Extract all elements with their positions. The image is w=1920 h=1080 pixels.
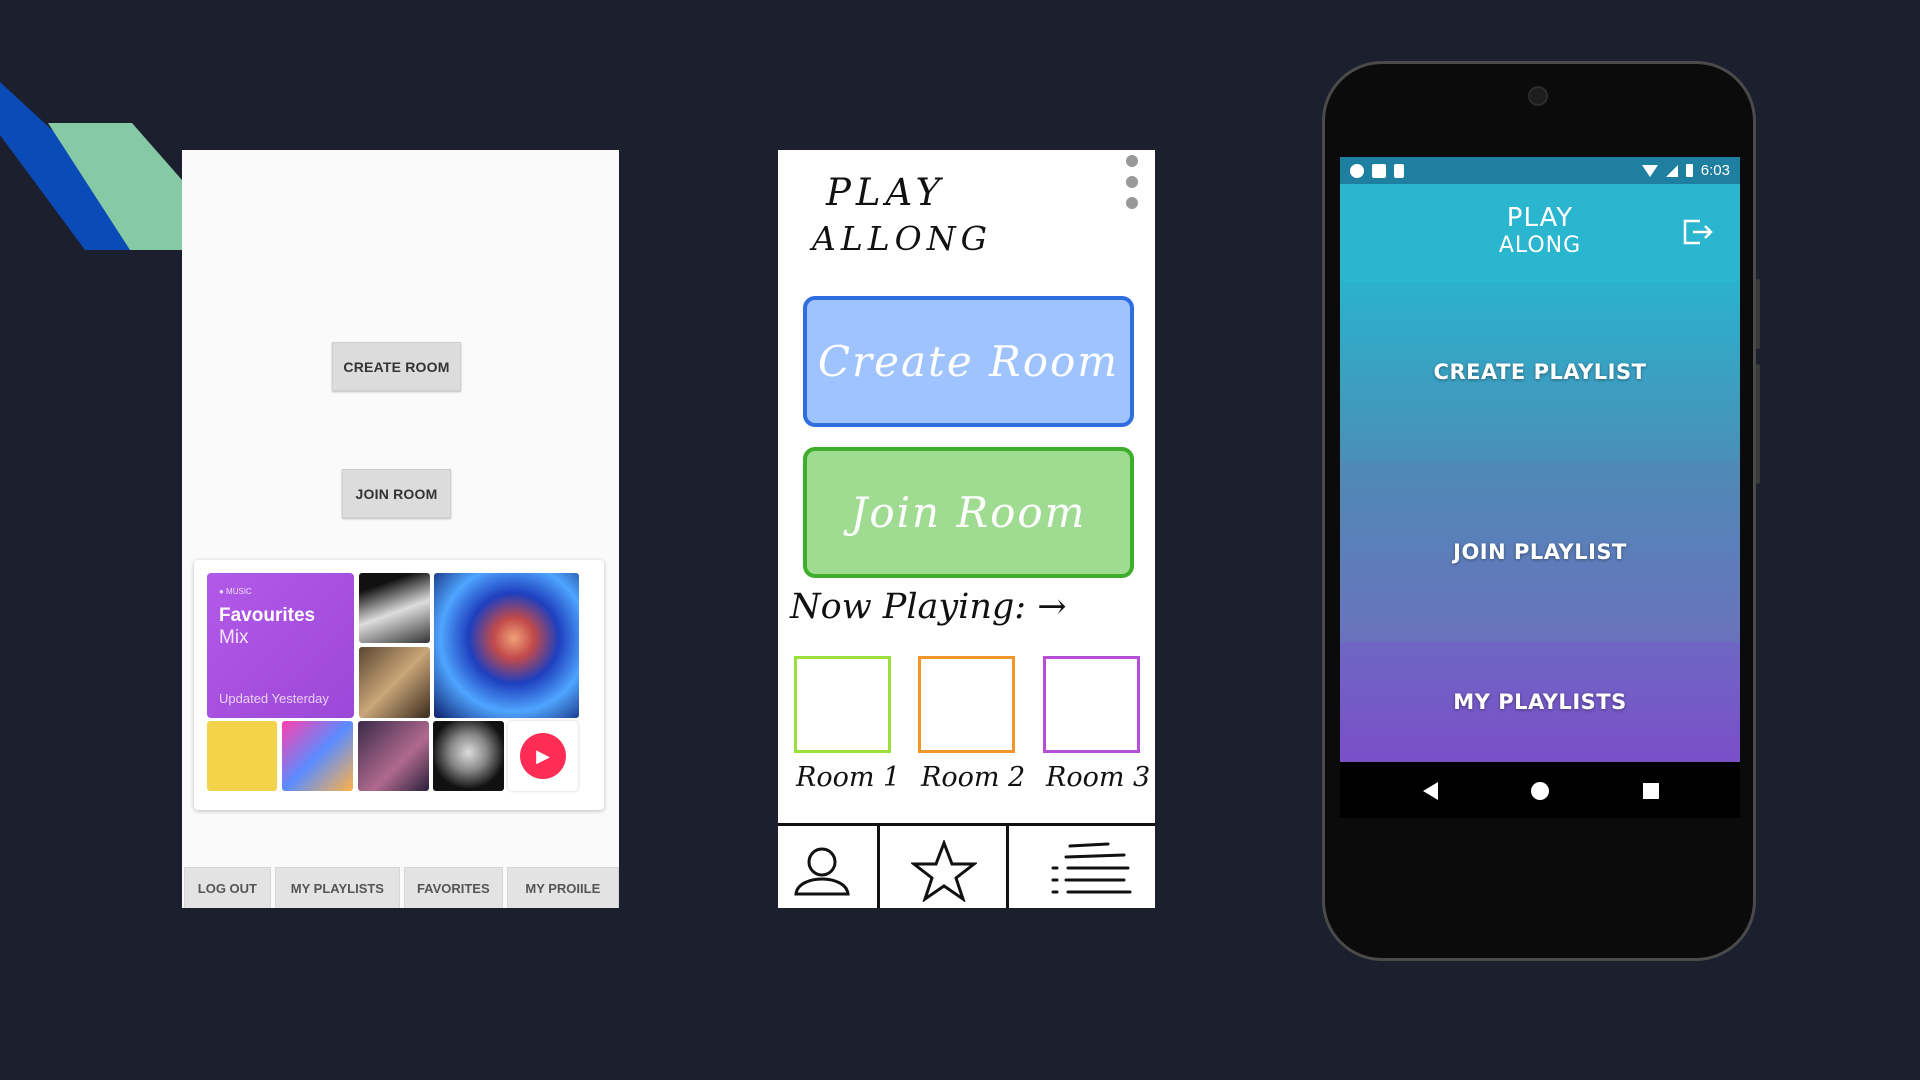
- album-art[interactable]: [359, 573, 430, 643]
- app-logo: PLAY ALONG: [1490, 204, 1590, 260]
- gmail-icon: [1372, 163, 1386, 178]
- profile-icon[interactable]: [790, 840, 854, 898]
- my-profile-button[interactable]: MY PROIILE: [506, 867, 619, 908]
- create-playlist-label: CREATE PLAYLIST: [1433, 360, 1647, 384]
- album-art[interactable]: [358, 721, 429, 791]
- app-logo-line2: ALONG: [1498, 233, 1582, 258]
- favourites-mix-tile[interactable]: ● MUSIC Favourites Mix Updated Yesterday: [207, 573, 354, 718]
- app-logo-line1: PLAY: [1506, 203, 1574, 233]
- mix-title: Favourites: [219, 605, 316, 626]
- room-2-box[interactable]: [918, 656, 1015, 753]
- room-1-box[interactable]: [794, 656, 891, 753]
- spotify-icon: [1350, 163, 1364, 178]
- music-widget[interactable]: ● MUSIC Favourites Mix Updated Yesterday…: [194, 560, 604, 810]
- recents-icon[interactable]: [1643, 783, 1659, 799]
- app-bar: PLAY ALONG: [1340, 184, 1740, 282]
- album-art[interactable]: [359, 647, 430, 718]
- sketch-logo-line1: PLAY: [826, 171, 946, 214]
- sketch-create-room-button[interactable]: Create Room: [803, 296, 1134, 427]
- play-tile[interactable]: ▶: [508, 721, 578, 791]
- mix-updated: Updated Yesterday: [219, 691, 329, 706]
- room-3-label: Room 3: [1046, 762, 1151, 793]
- wifi-icon: [1641, 164, 1658, 177]
- favorites-button[interactable]: FAVORITES: [404, 867, 503, 908]
- music-brand: ● MUSIC: [219, 587, 252, 596]
- lofi-bottom-nav: LOG OUT MY PLAYLISTS FAVORITES MY PROIIL…: [182, 867, 619, 908]
- sketch-screen: PLAY ALLONG Create Room Join Room Now Pl…: [778, 150, 1155, 908]
- battery-icon: [1685, 164, 1693, 177]
- my-playlists-label: MY PLAYLISTS: [1453, 690, 1627, 714]
- log-out-button[interactable]: LOG OUT: [184, 867, 271, 908]
- back-icon[interactable]: [1423, 782, 1438, 800]
- sketch-tab-bar: [778, 823, 1155, 908]
- album-art[interactable]: [207, 721, 277, 791]
- logout-icon[interactable]: [1680, 215, 1714, 249]
- create-room-button[interactable]: CREATE ROOM: [332, 342, 461, 391]
- room-1-label: Room 1: [796, 762, 901, 793]
- sketch-logo-line2: ALLONG: [812, 219, 992, 258]
- room-3-box[interactable]: [1043, 656, 1140, 753]
- my-playlists-button[interactable]: MY PLAYLISTS: [274, 867, 400, 908]
- room-2-label: Room 2: [921, 762, 1026, 793]
- phone-mockup: 6:03 PLAY ALONG CREATE PLAYLIST JOIN PLA…: [1322, 61, 1760, 961]
- sd-card-icon: [1394, 163, 1404, 178]
- album-art[interactable]: [433, 721, 504, 791]
- now-playing-label: Now Playing: →: [790, 587, 1067, 627]
- star-icon[interactable]: [911, 840, 977, 902]
- album-art[interactable]: [282, 721, 353, 791]
- list-icon[interactable]: [1048, 840, 1138, 902]
- mix-subtitle: Mix: [219, 627, 249, 648]
- join-playlist-tile[interactable]: JOIN PLAYLIST: [1340, 462, 1740, 642]
- join-room-button[interactable]: JOIN ROOM: [342, 469, 451, 518]
- signal-icon: [1665, 164, 1678, 177]
- front-camera: [1528, 86, 1548, 106]
- album-art[interactable]: [434, 573, 579, 718]
- overflow-menu-icon[interactable]: [1126, 155, 1140, 218]
- sketch-logo: PLAY ALLONG: [812, 170, 992, 262]
- sketch-join-room-button[interactable]: Join Room: [803, 447, 1134, 578]
- decorative-stripes: [0, 82, 182, 250]
- status-time: 6:03: [1700, 162, 1730, 179]
- status-bar: 6:03: [1340, 157, 1740, 184]
- create-playlist-tile[interactable]: CREATE PLAYLIST: [1340, 282, 1740, 462]
- join-playlist-label: JOIN PLAYLIST: [1453, 540, 1627, 564]
- phone-screen: 6:03 PLAY ALONG CREATE PLAYLIST JOIN PLA…: [1340, 157, 1740, 818]
- lofi-wireframe-screen: CREATE ROOM JOIN ROOM ● MUSIC Favourites…: [182, 150, 619, 908]
- play-icon[interactable]: ▶: [520, 733, 566, 779]
- my-playlists-tile[interactable]: MY PLAYLISTS: [1340, 642, 1740, 762]
- home-icon[interactable]: [1531, 782, 1549, 800]
- android-nav-bar: [1340, 762, 1740, 818]
